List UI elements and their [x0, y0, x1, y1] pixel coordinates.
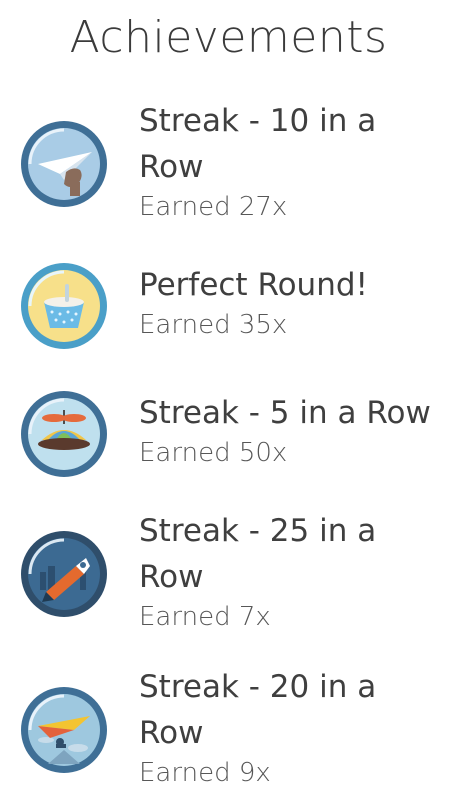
achievement-earned-count: Earned 27x	[139, 192, 288, 222]
achievement-name: Streak - 20 in a Row	[139, 669, 377, 751]
achievement-earned-count: Earned 9x	[139, 758, 271, 788]
ice-cream-cup-icon	[20, 262, 108, 350]
achievement-name: Perfect Round!	[139, 267, 368, 303]
page-title: Achievements	[69, 12, 388, 63]
rocket-icon	[20, 530, 108, 618]
achievement-earned-count: Earned 50x	[139, 438, 288, 468]
hang-glider-icon	[20, 686, 108, 774]
achievement-name: Streak - 10 in a Row	[139, 103, 377, 185]
paper-plane-icon	[20, 120, 108, 208]
achievement-name: Streak - 25 in a Row	[139, 513, 377, 595]
propeller-hat-icon	[20, 390, 108, 478]
achievement-name: Streak - 5 in a Row	[139, 395, 431, 431]
achievement-earned-count: Earned 7x	[139, 602, 271, 632]
achievement-earned-count: Earned 35x	[139, 310, 288, 340]
